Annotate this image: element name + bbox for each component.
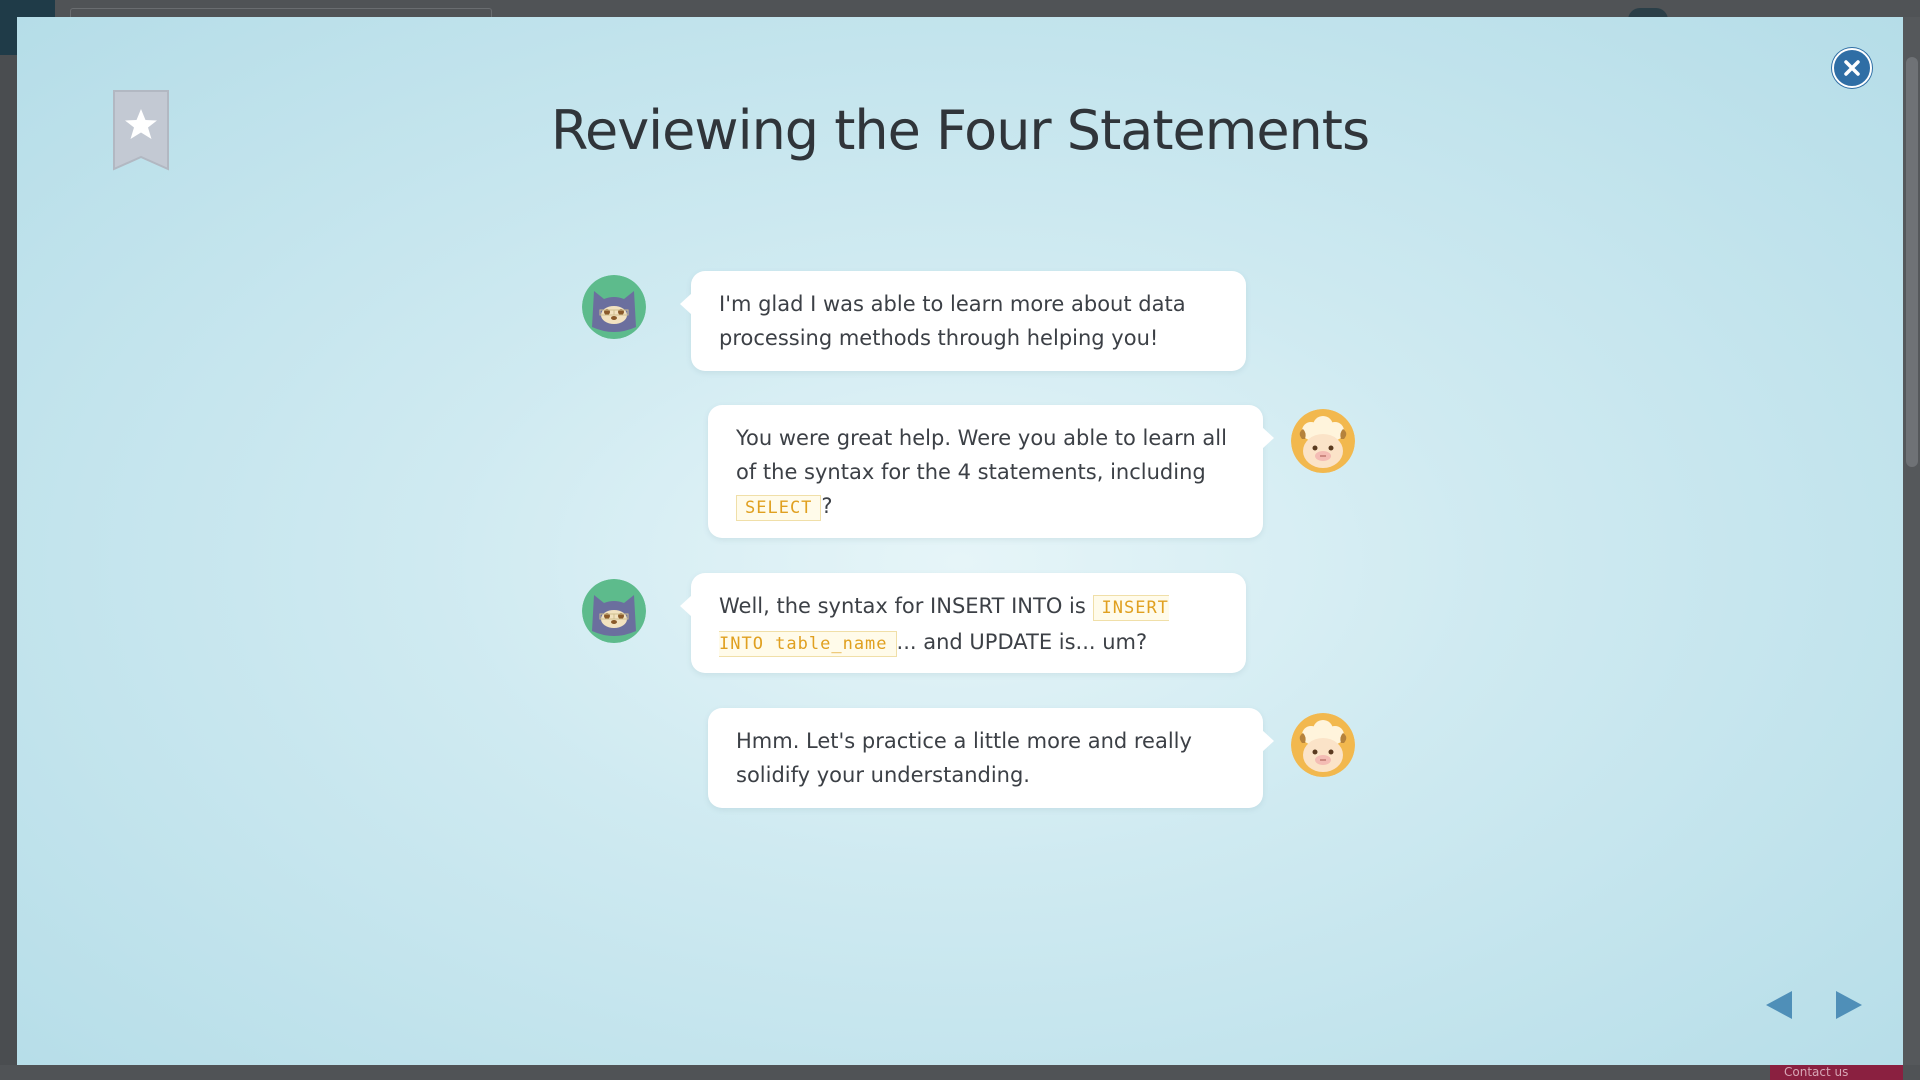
message-text: Well, the syntax for INSERT INTO is <box>719 594 1093 618</box>
message-text: I'm glad I was able to learn more about … <box>719 292 1186 350</box>
sheep-avatar <box>1291 409 1355 473</box>
sheep-avatar <box>1291 713 1355 777</box>
message-text: You were great help. Were you able to le… <box>736 426 1227 484</box>
contact-us-button[interactable]: Contact us <box>1770 1065 1903 1080</box>
background-left-panel <box>0 55 17 1065</box>
message-text: ? <box>821 494 833 518</box>
message-text: Hmm. Let's practice a little more and re… <box>736 729 1192 787</box>
triangle-right-icon <box>1836 991 1862 1019</box>
cat-avatar <box>582 275 646 339</box>
scrollbar-thumb[interactable] <box>1906 57 1918 467</box>
next-button[interactable] <box>1828 985 1868 1025</box>
chat-bubble: I'm glad I was able to learn more about … <box>680 271 1246 371</box>
message-text: ... and UPDATE is... um? <box>896 630 1148 654</box>
dialogue-modal: Reviewing the Four Statements I'm glad I… <box>17 17 1903 1065</box>
cat-avatar <box>582 579 646 643</box>
triangle-left-icon <box>1766 991 1792 1019</box>
chat-bubble: Hmm. Let's practice a little more and re… <box>708 708 1274 808</box>
chat-bubble: You were great help. Were you able to le… <box>708 405 1274 538</box>
chat-bubble: Well, the syntax for INSERT INTO is INSE… <box>680 573 1246 673</box>
previous-button[interactable] <box>1760 985 1800 1025</box>
background-bottombar <box>0 1065 1920 1080</box>
conversation: I'm glad I was able to learn more about … <box>17 17 1903 1065</box>
page-scrollbar[interactable] <box>1903 17 1920 1065</box>
code-snippet: SELECT <box>736 495 822 521</box>
